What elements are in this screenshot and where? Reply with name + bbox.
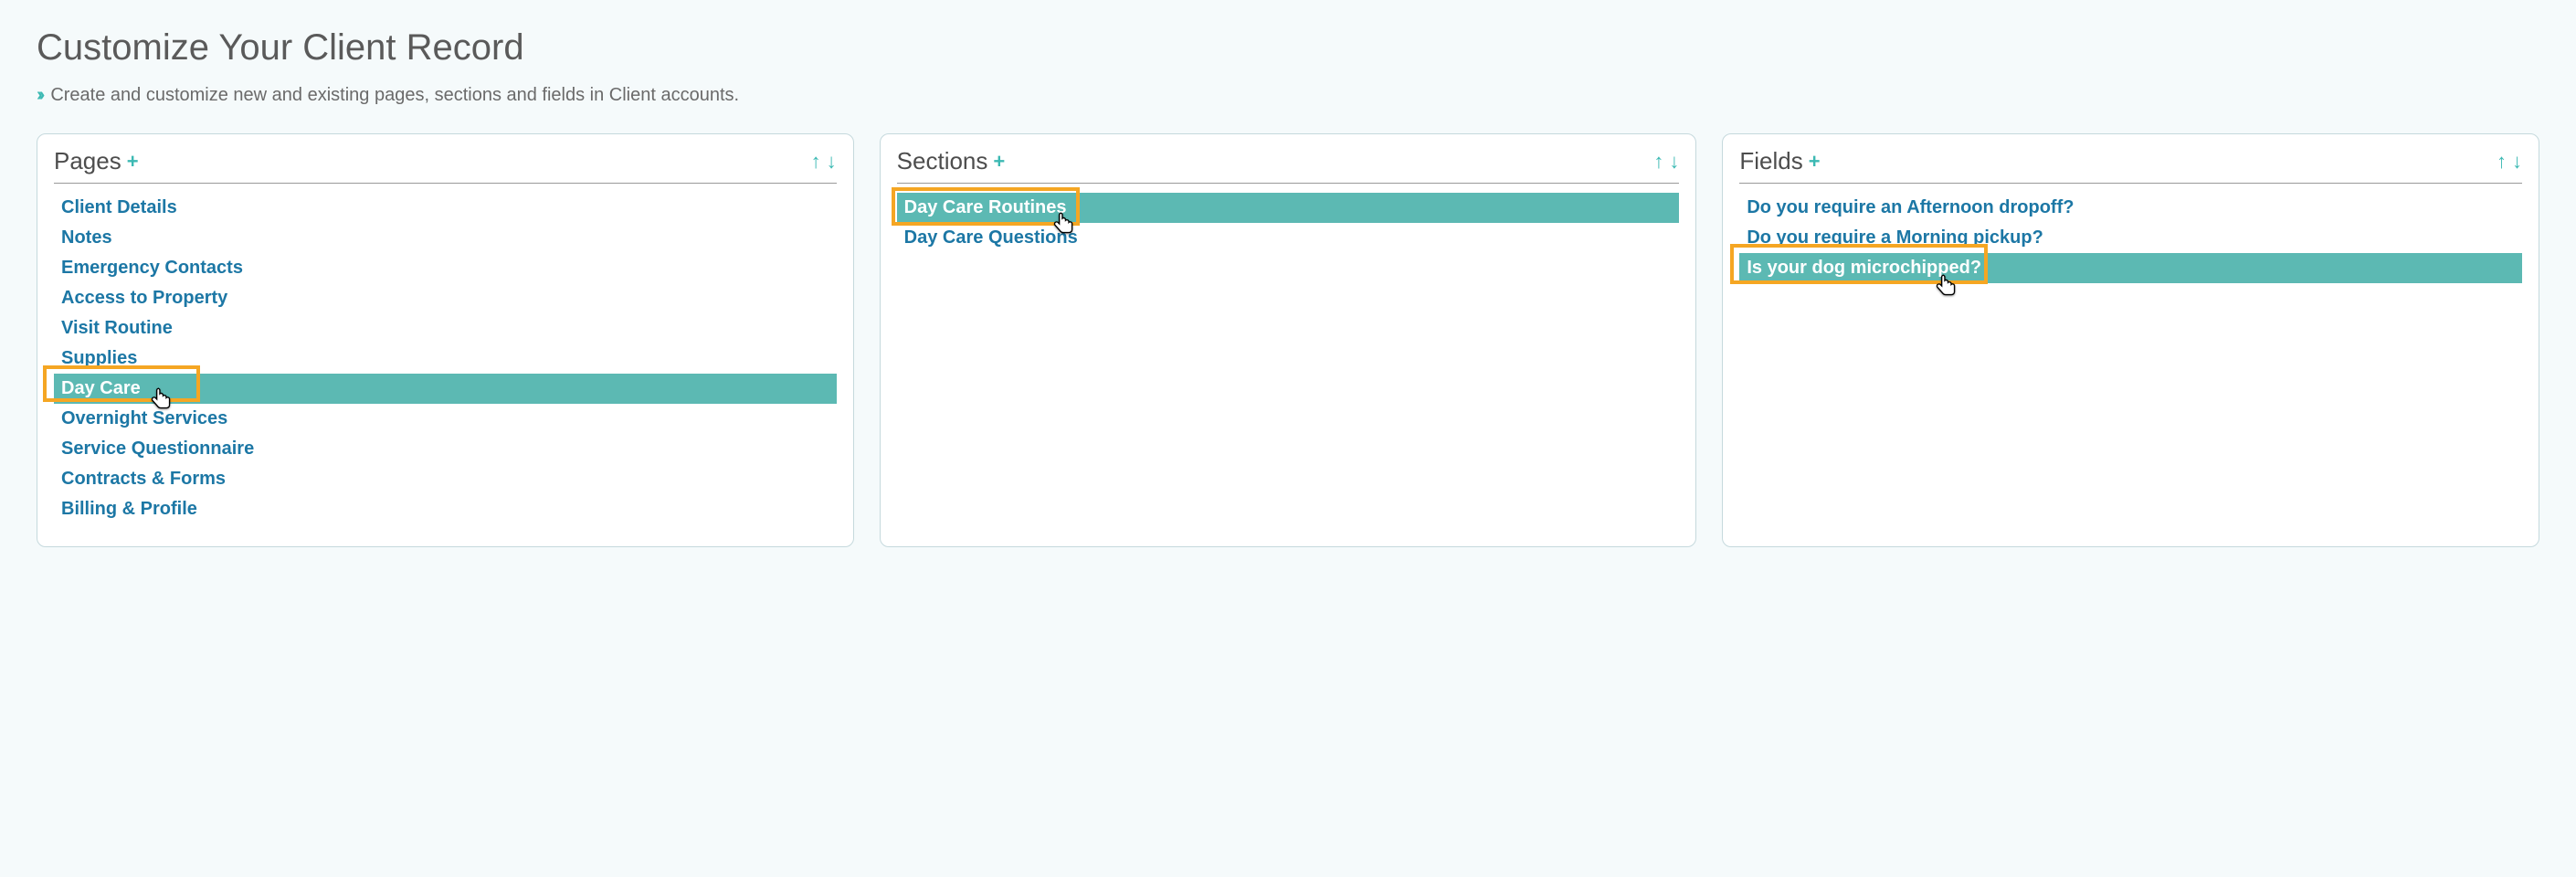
pages-list: Client Details Notes Emergency Contacts …: [54, 193, 837, 524]
fields-panel: Fields + ↑ ↓ Do you require an Afternoon…: [1722, 133, 2539, 547]
list-item-selected[interactable]: Is your dog microchipped?: [1739, 253, 2522, 283]
list-item[interactable]: Visit Routine: [54, 313, 837, 343]
list-item[interactable]: Do you require an Afternoon dropoff?: [1739, 193, 2522, 223]
list-item[interactable]: Access to Property: [54, 283, 837, 313]
add-field-icon[interactable]: +: [1809, 150, 1821, 174]
fields-panel-header: Fields + ↑ ↓: [1739, 147, 2522, 184]
list-item[interactable]: Emergency Contacts: [54, 253, 837, 283]
list-item[interactable]: Overnight Services: [54, 404, 837, 434]
list-item[interactable]: Service Questionnaire: [54, 434, 837, 464]
list-item-selected[interactable]: Day Care Routines: [897, 193, 1680, 223]
add-page-icon[interactable]: +: [127, 150, 139, 174]
fields-move-up-icon[interactable]: ↑: [2497, 150, 2507, 174]
panels-container: Pages + ↑ ↓ Client Details Notes Emergen…: [37, 133, 2539, 547]
fields-list: Do you require an Afternoon dropoff? Do …: [1739, 193, 2522, 283]
sections-move-up-icon[interactable]: ↑: [1653, 150, 1663, 174]
double-chevron-icon: ››: [37, 85, 41, 106]
sections-list: Day Care Routines Day Care Questions: [897, 193, 1680, 253]
list-item[interactable]: Client Details: [54, 193, 837, 223]
sections-panel-header: Sections + ↑ ↓: [897, 147, 1680, 184]
list-item[interactable]: Contracts & Forms: [54, 464, 837, 494]
pages-panel-title: Pages: [54, 147, 121, 175]
add-section-icon[interactable]: +: [993, 150, 1005, 174]
pages-panel-header: Pages + ↑ ↓: [54, 147, 837, 184]
fields-panel-title: Fields: [1739, 147, 1802, 175]
list-item[interactable]: Day Care Questions: [897, 223, 1680, 253]
subtitle-row: ›› Create and customize new and existing…: [37, 85, 2539, 106]
list-item[interactable]: Billing & Profile: [54, 494, 837, 524]
page-title: Customize Your Client Record: [37, 27, 2539, 69]
sections-panel: Sections + ↑ ↓ Day Care Routines Day Car…: [880, 133, 1697, 547]
pages-move-up-icon[interactable]: ↑: [811, 150, 821, 174]
list-item[interactable]: Do you require a Morning pickup?: [1739, 223, 2522, 253]
sections-panel-title: Sections: [897, 147, 988, 175]
list-item[interactable]: Notes: [54, 223, 837, 253]
page-subtitle: Create and customize new and existing pa…: [50, 85, 739, 106]
fields-move-down-icon[interactable]: ↓: [2512, 150, 2522, 174]
sections-move-down-icon[interactable]: ↓: [1669, 150, 1679, 174]
list-item[interactable]: Supplies: [54, 343, 837, 374]
pages-panel: Pages + ↑ ↓ Client Details Notes Emergen…: [37, 133, 854, 547]
pages-move-down-icon[interactable]: ↓: [827, 150, 837, 174]
list-item-selected[interactable]: Day Care: [54, 374, 837, 404]
